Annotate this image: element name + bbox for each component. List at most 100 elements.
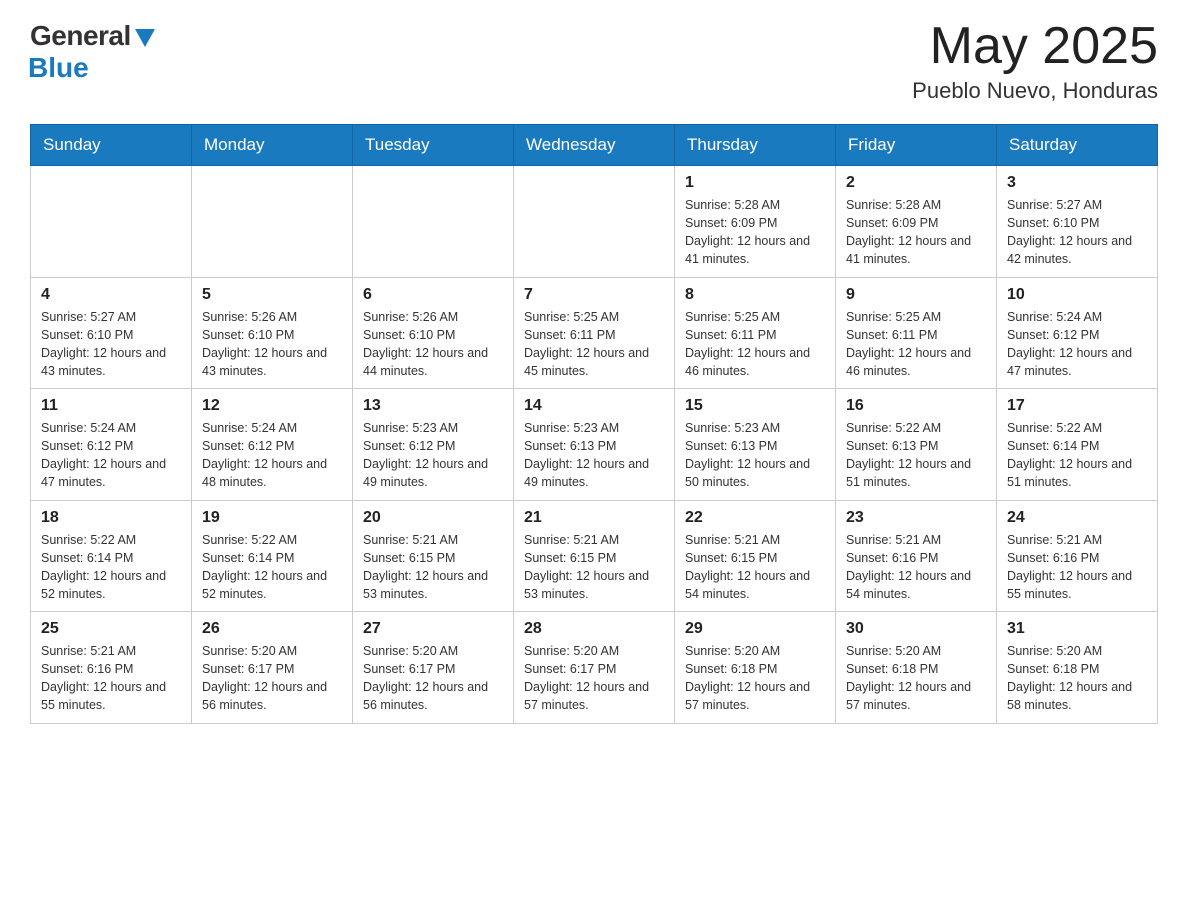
calendar-cell: 29Sunrise: 5:20 AMSunset: 6:18 PMDayligh… [675, 612, 836, 724]
day-info: Sunrise: 5:21 AMSunset: 6:15 PMDaylight:… [524, 531, 664, 604]
calendar-cell: 17 Sunrise: 5:22 AMSunset: 6:14 PMDayligh… [997, 389, 1158, 501]
calendar-cell: 26 Sunrise: 5:20 AMSunset: 6:17 PMDayligh… [192, 612, 353, 724]
day-info: Sunrise: 5:22 AMSunset: 6:14 PMDaylight:… [202, 531, 342, 604]
day-number: 15 [685, 397, 825, 415]
weekday-header-thursday: Thursday [675, 125, 836, 166]
calendar-cell [353, 166, 514, 278]
day-info: Sunrise: 5:21 AMSunset: 6:15 PMDaylight:… [685, 531, 825, 604]
calendar-cell: 6 Sunrise: 5:26 AMSunset: 6:10 PMDaylight… [353, 277, 514, 389]
day-info: Sunrise: 5:25 AMSunset: 6:11 PMDaylight:… [524, 308, 664, 381]
day-info: Sunrise: 5:25 AMSunset: 6:11 PMDaylight:… [685, 308, 825, 381]
calendar-week-3: 11Sunrise: 5:24 AMSunset: 6:12 PMDayligh… [31, 389, 1158, 501]
weekday-header-friday: Friday [836, 125, 997, 166]
day-info: Sunrise: 5:25 AMSunset: 6:11 PMDaylight:… [846, 308, 986, 381]
day-number: 31 [1007, 620, 1147, 638]
weekday-header-monday: Monday [192, 125, 353, 166]
calendar-cell: 10Sunrise: 5:24 AMSunset: 6:12 PMDayligh… [997, 277, 1158, 389]
day-number: 21 [524, 509, 664, 527]
day-info: Sunrise: 5:20 AMSunset: 6:18 PMDaylight:… [1007, 642, 1147, 715]
weekday-header-row: SundayMondayTuesdayWednesdayThursdayFrid… [31, 125, 1158, 166]
day-info: Sunrise: 5:27 AMSunset: 6:10 PMDaylight:… [41, 308, 181, 381]
calendar-cell: 27 Sunrise: 5:20 AMSunset: 6:17 PMDayligh… [353, 612, 514, 724]
calendar-cell: 25Sunrise: 5:21 AMSunset: 6:16 PMDayligh… [31, 612, 192, 724]
day-number: 7 [524, 286, 664, 304]
day-number: 18 [41, 509, 181, 527]
day-info: Sunrise: 5:26 AMSunset: 6:10 PMDaylight:… [363, 308, 503, 381]
day-number: 13 [363, 397, 503, 415]
day-number: 20 [363, 509, 503, 527]
calendar-week-2: 4Sunrise: 5:27 AMSunset: 6:10 PMDaylight… [31, 277, 1158, 389]
day-number: 14 [524, 397, 664, 415]
calendar-cell: 12 Sunrise: 5:24 AMSunset: 6:12 PMDayligh… [192, 389, 353, 501]
calendar-cell: 13Sunrise: 5:23 AMSunset: 6:12 PMDayligh… [353, 389, 514, 501]
day-info: Sunrise: 5:28 AMSunset: 6:09 PMDaylight:… [685, 196, 825, 269]
calendar-cell: 22Sunrise: 5:21 AMSunset: 6:15 PMDayligh… [675, 500, 836, 612]
calendar-cell: 23Sunrise: 5:21 AMSunset: 6:16 PMDayligh… [836, 500, 997, 612]
day-number: 30 [846, 620, 986, 638]
calendar-cell: 19 Sunrise: 5:22 AMSunset: 6:14 PMDayligh… [192, 500, 353, 612]
day-number: 24 [1007, 509, 1147, 527]
calendar-cell: 1Sunrise: 5:28 AMSunset: 6:09 PMDaylight… [675, 166, 836, 278]
calendar-cell: 7 Sunrise: 5:25 AMSunset: 6:11 PMDaylight… [514, 277, 675, 389]
calendar-cell: 3 Sunrise: 5:27 AMSunset: 6:10 PMDaylight… [997, 166, 1158, 278]
calendar-cell: 20 Sunrise: 5:21 AMSunset: 6:15 PMDayligh… [353, 500, 514, 612]
day-number: 23 [846, 509, 986, 527]
page-header: General Blue May 2025 Pueblo Nuevo, Hond… [30, 20, 1158, 104]
calendar-cell: 31 Sunrise: 5:20 AMSunset: 6:18 PMDayligh… [997, 612, 1158, 724]
logo: General Blue [30, 20, 155, 84]
day-number: 16 [846, 397, 986, 415]
calendar-cell: 14 Sunrise: 5:23 AMSunset: 6:13 PMDayligh… [514, 389, 675, 501]
day-info: Sunrise: 5:27 AMSunset: 6:10 PMDaylight:… [1007, 196, 1147, 269]
day-info: Sunrise: 5:20 AMSunset: 6:17 PMDaylight:… [202, 642, 342, 715]
day-number: 12 [202, 397, 342, 415]
calendar-week-1: 1Sunrise: 5:28 AMSunset: 6:09 PMDaylight… [31, 166, 1158, 278]
calendar-table: SundayMondayTuesdayWednesdayThursdayFrid… [30, 124, 1158, 724]
calendar-cell: 30 Sunrise: 5:20 AMSunset: 6:18 PMDayligh… [836, 612, 997, 724]
day-info: Sunrise: 5:20 AMSunset: 6:17 PMDaylight:… [524, 642, 664, 715]
day-info: Sunrise: 5:24 AMSunset: 6:12 PMDaylight:… [1007, 308, 1147, 381]
calendar-cell: 9Sunrise: 5:25 AMSunset: 6:11 PMDaylight… [836, 277, 997, 389]
calendar-cell: 24 Sunrise: 5:21 AMSunset: 6:16 PMDayligh… [997, 500, 1158, 612]
calendar-cell [514, 166, 675, 278]
day-info: Sunrise: 5:22 AMSunset: 6:14 PMDaylight:… [41, 531, 181, 604]
calendar-cell: 28 Sunrise: 5:20 AMSunset: 6:17 PMDayligh… [514, 612, 675, 724]
day-info: Sunrise: 5:20 AMSunset: 6:18 PMDaylight:… [685, 642, 825, 715]
day-number: 2 [846, 174, 986, 192]
calendar-cell: 21 Sunrise: 5:21 AMSunset: 6:15 PMDayligh… [514, 500, 675, 612]
weekday-header-sunday: Sunday [31, 125, 192, 166]
weekday-header-tuesday: Tuesday [353, 125, 514, 166]
day-number: 17 [1007, 397, 1147, 415]
day-number: 5 [202, 286, 342, 304]
title-section: May 2025 Pueblo Nuevo, Honduras [912, 20, 1158, 104]
day-info: Sunrise: 5:21 AMSunset: 6:15 PMDaylight:… [363, 531, 503, 604]
calendar-cell: 15 Sunrise: 5:23 AMSunset: 6:13 PMDayligh… [675, 389, 836, 501]
day-info: Sunrise: 5:24 AMSunset: 6:12 PMDaylight:… [202, 419, 342, 492]
day-number: 26 [202, 620, 342, 638]
weekday-header-wednesday: Wednesday [514, 125, 675, 166]
day-number: 27 [363, 620, 503, 638]
logo-triangle-icon [135, 29, 155, 47]
day-number: 8 [685, 286, 825, 304]
calendar-week-4: 18 Sunrise: 5:22 AMSunset: 6:14 PMDayligh… [31, 500, 1158, 612]
calendar-cell: 11Sunrise: 5:24 AMSunset: 6:12 PMDayligh… [31, 389, 192, 501]
day-info: Sunrise: 5:20 AMSunset: 6:17 PMDaylight:… [363, 642, 503, 715]
day-number: 3 [1007, 174, 1147, 192]
day-number: 28 [524, 620, 664, 638]
day-info: Sunrise: 5:24 AMSunset: 6:12 PMDaylight:… [41, 419, 181, 492]
calendar-week-5: 25Sunrise: 5:21 AMSunset: 6:16 PMDayligh… [31, 612, 1158, 724]
calendar-cell: 2Sunrise: 5:28 AMSunset: 6:09 PMDaylight… [836, 166, 997, 278]
location-subtitle: Pueblo Nuevo, Honduras [912, 78, 1158, 104]
day-info: Sunrise: 5:21 AMSunset: 6:16 PMDaylight:… [41, 642, 181, 715]
day-info: Sunrise: 5:21 AMSunset: 6:16 PMDaylight:… [1007, 531, 1147, 604]
logo-blue-text: Blue [28, 52, 89, 84]
weekday-header-saturday: Saturday [997, 125, 1158, 166]
day-info: Sunrise: 5:22 AMSunset: 6:13 PMDaylight:… [846, 419, 986, 492]
day-info: Sunrise: 5:23 AMSunset: 6:13 PMDaylight:… [524, 419, 664, 492]
day-info: Sunrise: 5:23 AMSunset: 6:13 PMDaylight:… [685, 419, 825, 492]
day-info: Sunrise: 5:22 AMSunset: 6:14 PMDaylight:… [1007, 419, 1147, 492]
day-info: Sunrise: 5:26 AMSunset: 6:10 PMDaylight:… [202, 308, 342, 381]
day-number: 19 [202, 509, 342, 527]
day-number: 6 [363, 286, 503, 304]
calendar-cell [192, 166, 353, 278]
day-info: Sunrise: 5:20 AMSunset: 6:18 PMDaylight:… [846, 642, 986, 715]
